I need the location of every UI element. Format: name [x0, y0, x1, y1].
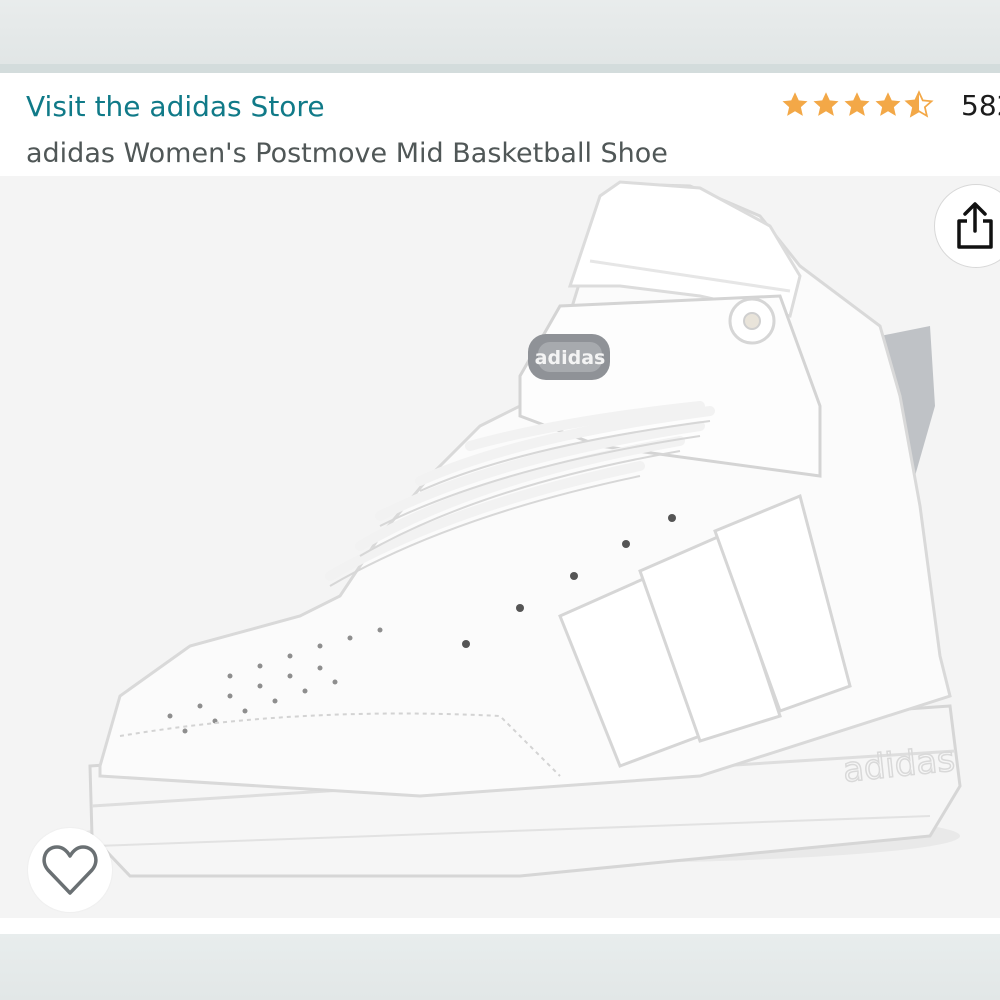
heart-icon [42, 845, 98, 895]
product-image[interactable]: adidas adidas [0, 176, 1000, 918]
top-band [0, 0, 1000, 64]
star-icon [844, 92, 870, 116]
rating-count[interactable]: 582 [961, 89, 1000, 122]
shoe-image: adidas adidas [80, 180, 962, 878]
tongue-logo: adidas [535, 347, 606, 369]
share-icon [957, 202, 993, 249]
star-icon [875, 92, 901, 116]
half-star-icon [904, 90, 934, 118]
bottom-band [0, 934, 1000, 1000]
store-link[interactable]: Visit the adidas Store [26, 88, 325, 126]
top-divider [0, 64, 1000, 73]
star-rating [780, 90, 935, 120]
bottom-spacer [0, 918, 1000, 934]
star-icon [782, 92, 808, 116]
product-title: adidas Women's Postmove Mid Basketball S… [26, 138, 668, 169]
star-icon [813, 92, 839, 116]
favorite-button[interactable] [28, 828, 112, 912]
rating-summary[interactable]: 582 [780, 86, 1000, 124]
